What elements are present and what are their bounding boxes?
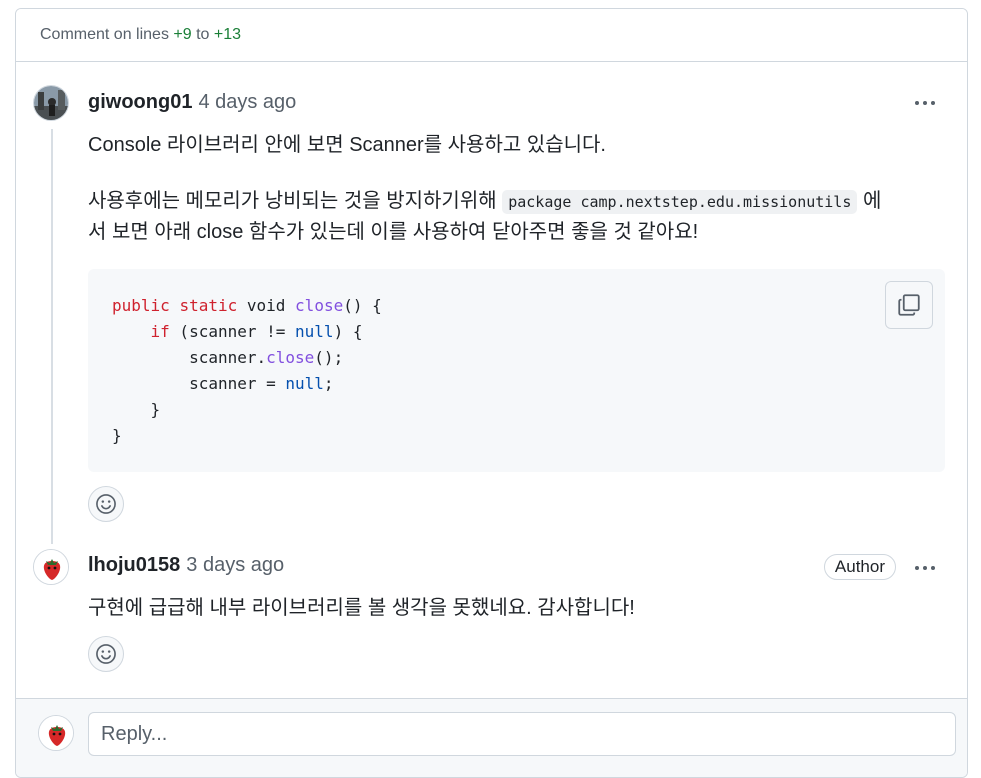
copy-icon [898, 294, 920, 316]
current-user-avatar[interactable] [38, 715, 74, 751]
reply-bar [16, 698, 967, 777]
code-token: void [246, 296, 286, 315]
smiley-icon [96, 494, 116, 514]
comment-body: 구현에 급급해 내부 라이브러리를 볼 생각을 못했네요. 감사합니다! [88, 597, 635, 619]
code-token: close [295, 296, 344, 315]
reply-input[interactable] [88, 712, 956, 756]
code-token: close [266, 348, 315, 367]
code-token: scanner. [189, 348, 267, 367]
code-token: null [285, 374, 324, 393]
code-token: () { [343, 296, 382, 315]
dot-icon [931, 101, 935, 105]
code-token: (); [314, 348, 344, 367]
code-token: public [112, 296, 170, 315]
line-end[interactable]: +13 [214, 26, 241, 44]
inline-code: package camp.nextstep.edu.missionutils [502, 190, 858, 214]
avatar-strawberry-icon [34, 550, 68, 584]
avatar-lhoju0158[interactable] [33, 549, 69, 585]
code-token: ) { [333, 322, 363, 341]
thread-connector-line [51, 129, 53, 544]
code-token: (scanner != [169, 322, 296, 341]
comment-paragraph-1: Console 라이브러리 안에 보면 Scanner를 사용하고 있습니다. [88, 134, 606, 156]
code-token: } [112, 426, 122, 445]
more-options-button[interactable] [909, 91, 941, 115]
dot-icon [915, 566, 919, 570]
avatar-photo-icon [34, 86, 68, 120]
paragraph-text: 사용후에는 메모리가 낭비되는 것을 방지하기위해 [88, 190, 497, 212]
more-options-button[interactable] [909, 556, 941, 580]
author-name[interactable]: giwoong01 [88, 91, 192, 114]
dot-icon [931, 566, 935, 570]
code-token: } [150, 400, 161, 419]
dot-icon [923, 101, 927, 105]
timestamp[interactable]: 3 days ago [186, 554, 284, 577]
dot-icon [915, 101, 919, 105]
paragraph-text: 서 보면 아래 close 함수가 있는데 이를 사용하여 닫아주면 좋을 것 … [88, 221, 699, 243]
add-reaction-button[interactable] [88, 486, 124, 522]
review-comment-thread: Comment on lines +9 to +13 giwoong01 4 d… [15, 8, 968, 778]
code-content: public static void close() { if (scanner… [112, 293, 382, 449]
timestamp[interactable]: 4 days ago [198, 91, 296, 114]
copy-button[interactable] [885, 281, 933, 329]
author-name[interactable]: lhoju0158 [88, 554, 180, 577]
comment-paragraph-2: 사용후에는 메모리가 낭비되는 것을 방지하기위해 package camp.n… [88, 186, 948, 247]
smiley-icon [96, 644, 116, 664]
avatar-giwoong01[interactable] [33, 85, 69, 121]
dot-icon [923, 566, 927, 570]
code-token: static [179, 296, 238, 315]
code-block: public static void close() { if (scanner… [88, 269, 945, 472]
code-token: scanner = [189, 374, 286, 393]
thread-header: Comment on lines +9 to +13 [16, 9, 967, 62]
code-token: if [150, 322, 170, 341]
header-to: to [196, 26, 210, 43]
header-prefix: Comment on lines [40, 26, 169, 43]
code-token: null [295, 322, 334, 341]
code-token: ; [323, 374, 334, 393]
comment-header: lhoju0158 3 days ago [88, 554, 284, 577]
author-badge: Author [823, 554, 896, 580]
avatar-strawberry-icon [39, 716, 73, 750]
add-reaction-button[interactable] [88, 636, 124, 672]
comment-header: giwoong01 4 days ago [88, 91, 296, 114]
paragraph-text: 에 [862, 190, 882, 212]
line-start[interactable]: +9 [173, 26, 191, 44]
